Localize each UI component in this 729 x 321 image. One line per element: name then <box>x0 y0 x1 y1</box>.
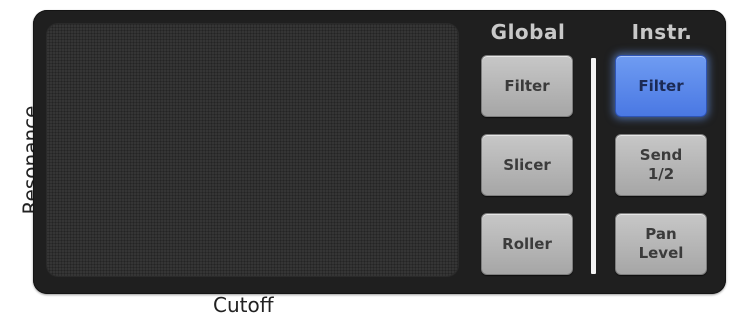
global-filter-button[interactable]: Filter <box>481 55 573 117</box>
effect-panel: Global Instr. Filter Slicer Roller Filte… <box>33 10 726 294</box>
instr-pan-level-button[interactable]: Pan Level <box>615 213 707 275</box>
instr-send-button[interactable]: Send 1/2 <box>615 134 707 196</box>
xy-touch-pad[interactable] <box>46 23 459 277</box>
instr-column-title: Instr. <box>631 20 693 44</box>
global-roller-button[interactable]: Roller <box>481 213 573 275</box>
global-slicer-button[interactable]: Slicer <box>481 134 573 196</box>
cutoff-axis-label: Cutoff <box>213 293 274 317</box>
xy-effect-controller: Resonance Global Instr. Filter Slicer Ro… <box>0 0 729 321</box>
global-column-title: Global <box>490 20 566 44</box>
instr-filter-button[interactable]: Filter <box>615 55 707 117</box>
column-divider <box>591 58 596 274</box>
